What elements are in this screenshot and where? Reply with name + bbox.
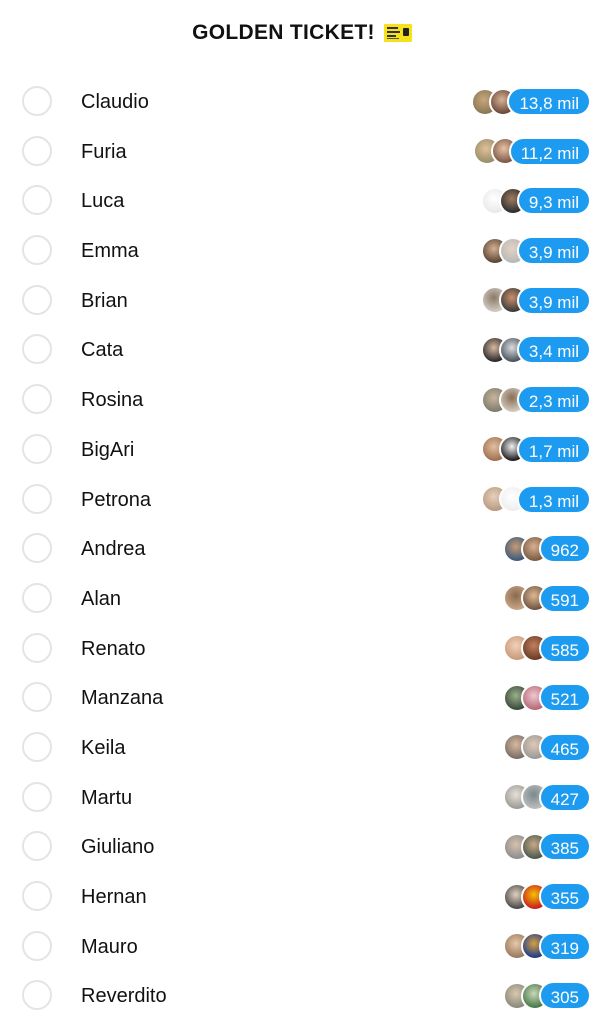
vote-radio-button[interactable]: [22, 632, 52, 663]
vote-count-badge[interactable]: 3,9 mil: [516, 236, 591, 266]
vote-radio-button[interactable]: [22, 582, 52, 613]
option-name: Keila: [81, 736, 126, 759]
vote-radio-button[interactable]: [22, 533, 52, 564]
poll-title: GOLDEN TICKET!: [192, 21, 375, 44]
vote-count-badge[interactable]: 9,3 mil: [516, 186, 591, 216]
vote-count-badge[interactable]: 1,3 mil: [516, 484, 591, 514]
option-name: Hernan: [81, 886, 147, 908]
voters-group[interactable]: 385: [502, 832, 591, 862]
header: GOLDEN TICKET!: [0, 0, 604, 66]
voters-group[interactable]: 13,8 mil: [471, 87, 591, 116]
voters-group[interactable]: 591: [502, 583, 591, 613]
voters-group[interactable]: 355: [502, 882, 591, 911]
vote-radio-button[interactable]: [22, 334, 52, 365]
poll-option-row[interactable]: Renato 585: [0, 624, 604, 674]
vote-radio-button[interactable]: [22, 930, 52, 961]
option-name: Cata: [81, 339, 124, 362]
voters-group[interactable]: 2,3 mil: [480, 385, 591, 415]
vote-radio-button[interactable]: [22, 781, 52, 812]
option-name: Martu: [81, 786, 133, 809]
voters-group[interactable]: 465: [502, 732, 591, 762]
voters-group[interactable]: 427: [502, 782, 591, 812]
option-name: Renato: [81, 637, 146, 660]
voters-group[interactable]: 305: [502, 981, 591, 1011]
poll-option-row[interactable]: Brian 3,9 mil: [0, 276, 604, 326]
vote-radio-button[interactable]: [22, 135, 52, 166]
poll-option-row[interactable]: Giuliano 385: [0, 822, 604, 872]
poll-option-row[interactable]: Furia 11,2 mil: [0, 127, 604, 177]
vote-count-badge[interactable]: 305: [538, 981, 591, 1011]
poll-option-row[interactable]: Alan 591: [0, 574, 604, 624]
voters-group[interactable]: 962: [502, 534, 591, 564]
voters-group[interactable]: 1,3 mil: [480, 484, 591, 514]
vote-radio-button[interactable]: [22, 433, 52, 464]
option-name: Emma: [81, 240, 139, 263]
option-name: Giuliano: [81, 836, 155, 859]
vote-count-badge[interactable]: 355: [538, 882, 591, 911]
poll-option-row[interactable]: Hernan 355: [0, 872, 604, 922]
option-name: Manzana: [81, 687, 164, 710]
voters-group[interactable]: 319: [502, 931, 591, 961]
poll-option-row[interactable]: Luca 9,3 mil: [0, 176, 604, 226]
vote-radio-button[interactable]: [22, 731, 52, 762]
option-name: BigAri: [81, 438, 135, 461]
voters-group[interactable]: 3,9 mil: [480, 285, 591, 315]
vote-radio-button[interactable]: [22, 682, 52, 713]
poll-option-row[interactable]: Rosina 2,3 mil: [0, 375, 604, 425]
poll-option-row[interactable]: Reverdito 305: [0, 971, 604, 1021]
vote-count-badge[interactable]: 3,9 mil: [516, 285, 591, 315]
vote-count-badge[interactable]: 385: [538, 832, 591, 862]
vote-radio-button[interactable]: [22, 980, 52, 1011]
vote-count-badge[interactable]: 13,8 mil: [507, 87, 591, 116]
voters-group[interactable]: 521: [502, 683, 591, 713]
option-name: Alan: [81, 587, 122, 610]
poll-option-row[interactable]: Mauro 319: [0, 922, 604, 972]
vote-count-badge[interactable]: 3,4 mil: [516, 335, 591, 365]
vote-radio-button[interactable]: [22, 86, 52, 116]
vote-radio-button[interactable]: [22, 235, 52, 266]
voters-group[interactable]: 1,7 mil: [480, 434, 591, 464]
voters-group[interactable]: 3,9 mil: [480, 236, 591, 266]
vote-count-badge[interactable]: 11,2 mil: [508, 136, 591, 166]
poll-option-row[interactable]: Keila 465: [0, 723, 604, 773]
vote-radio-button[interactable]: [22, 185, 52, 216]
poll-options-list: Claudio 13,8 mil Furia 11,2 mil Luca 9,3 mil E…: [0, 77, 604, 1021]
voters-group[interactable]: 9,3 mil: [480, 186, 591, 216]
option-name: Furia: [81, 140, 127, 163]
option-name: Mauro: [81, 935, 138, 958]
golden-ticket-icon: [383, 24, 412, 42]
vote-count-badge[interactable]: 1,7 mil: [516, 434, 591, 464]
option-name: Andrea: [81, 538, 146, 561]
vote-radio-button[interactable]: [22, 284, 52, 315]
vote-radio-button[interactable]: [22, 483, 52, 514]
poll-option-row[interactable]: Emma 3,9 mil: [0, 226, 604, 276]
vote-radio-button[interactable]: [22, 384, 52, 415]
vote-count-badge[interactable]: 962: [538, 534, 591, 564]
vote-radio-button[interactable]: [22, 881, 52, 911]
option-name: Luca: [81, 190, 125, 213]
poll-option-row[interactable]: Andrea 962: [0, 524, 604, 574]
vote-count-badge[interactable]: 591: [538, 583, 591, 613]
voters-group[interactable]: 11,2 mil: [472, 136, 591, 166]
vote-count-badge[interactable]: 319: [538, 931, 591, 961]
option-name: Reverdito: [81, 985, 167, 1008]
vote-count-badge[interactable]: 427: [538, 782, 591, 812]
poll-option-row[interactable]: Claudio 13,8 mil: [0, 77, 604, 127]
vote-radio-button[interactable]: [22, 831, 52, 862]
option-name: Brian: [81, 289, 128, 312]
vote-count-badge[interactable]: 2,3 mil: [516, 385, 591, 415]
poll-option-row[interactable]: Cata 3,4 mil: [0, 325, 604, 375]
poll-option-row[interactable]: BigAri 1,7 mil: [0, 425, 604, 475]
poll-option-row[interactable]: Petrona 1,3 mil: [0, 475, 604, 525]
option-name: Rosina: [81, 389, 144, 412]
voters-group[interactable]: 585: [502, 633, 591, 663]
voters-group[interactable]: 3,4 mil: [480, 335, 591, 365]
poll-option-row[interactable]: Manzana 521: [0, 673, 604, 723]
option-name: Claudio: [81, 91, 149, 113]
vote-count-badge[interactable]: 585: [538, 633, 591, 663]
poll-option-row[interactable]: Martu 427: [0, 773, 604, 823]
vote-count-badge[interactable]: 465: [538, 732, 591, 762]
vote-count-badge[interactable]: 521: [538, 683, 591, 713]
option-name: Petrona: [81, 488, 152, 511]
